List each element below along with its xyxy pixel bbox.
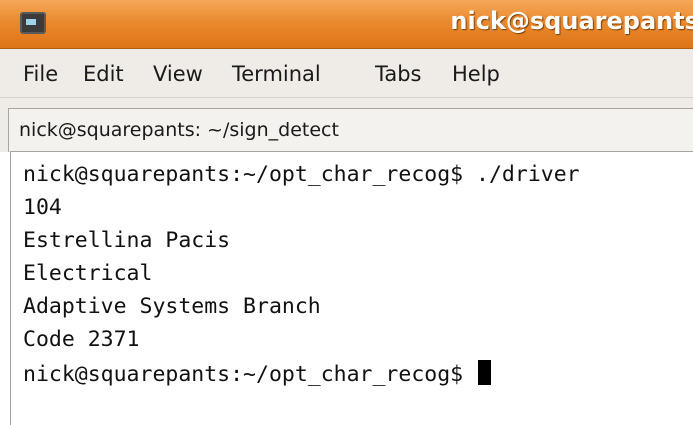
menu-edit-label: Edit xyxy=(83,62,124,86)
menu-help[interactable]: Help xyxy=(452,62,500,86)
text-cursor xyxy=(478,360,492,385)
tab-sign-detect[interactable]: nick@squarepants: ~/sign_detect xyxy=(8,108,693,152)
menu-view-label: View xyxy=(153,62,203,86)
terminal-line: Estrellina Pacis xyxy=(23,228,231,253)
terminal-line: nick@squarepants:~/opt_char_recog$ ./dri… xyxy=(23,162,580,187)
terminal-line: Electrical xyxy=(23,261,153,286)
menu-tabs[interactable]: Tabs xyxy=(375,62,422,86)
terminal-line: Adaptive Systems Branch xyxy=(23,294,321,319)
tab-label: nick@squarepants: ~/sign_detect xyxy=(19,119,339,141)
terminal-prompt: nick@squarepants:~/opt_char_recog$ xyxy=(23,362,477,387)
menu-edit[interactable]: Edit xyxy=(83,62,124,86)
terminal-line: Code 2371 xyxy=(23,327,140,352)
tab-bar: nick@squarepants: ~/sign_detect xyxy=(0,97,693,152)
terminal-icon[interactable] xyxy=(20,12,46,34)
menu-file-label: File xyxy=(23,62,59,86)
terminal-output[interactable]: nick@squarepants:~/opt_char_recog$ ./dri… xyxy=(10,151,693,425)
title-bar[interactable]: nick@squarepants xyxy=(0,0,693,49)
terminal-window: nick@squarepants File Edit View Terminal… xyxy=(0,0,693,425)
menu-tabs-label: Tabs xyxy=(375,62,422,86)
menu-help-label: Help xyxy=(452,62,500,86)
menu-file[interactable]: File xyxy=(23,62,58,86)
window-title: nick@squarepants xyxy=(450,7,693,35)
menu-terminal-label: Terminal xyxy=(232,62,321,86)
menu-view[interactable]: View xyxy=(153,62,203,86)
menu-terminal[interactable]: Terminal xyxy=(232,62,321,86)
terminal-prompt-line: nick@squarepants:~/opt_char_recog$ xyxy=(23,360,492,388)
menu-bar: File Edit View Terminal Tabs Help xyxy=(0,49,693,97)
terminal-line: 104 xyxy=(23,195,62,220)
